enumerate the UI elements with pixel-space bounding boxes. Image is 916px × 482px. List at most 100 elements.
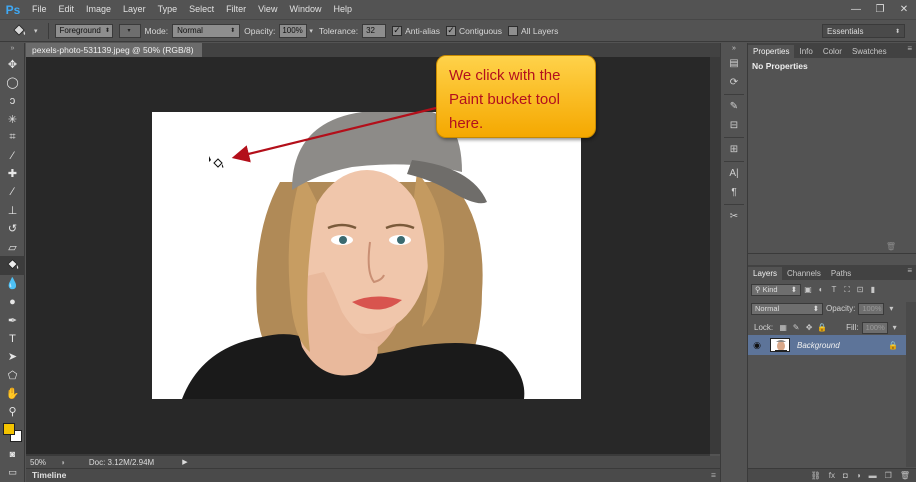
crop-icon[interactable]: ⌗ <box>0 128 25 146</box>
layer-style-icon[interactable]: fx <box>829 471 835 480</box>
tab-color[interactable]: Color <box>818 45 847 58</box>
menu-select[interactable]: Select <box>183 0 220 19</box>
delete-layer-icon[interactable]: 🗑 <box>900 471 910 480</box>
type-icon[interactable]: T <box>0 329 25 347</box>
zoom-icon[interactable]: ⚲ <box>0 403 25 421</box>
shape-filter-icon[interactable]: ⛶ <box>841 284 853 296</box>
lock-image-icon[interactable]: ✎ <box>790 322 802 334</box>
new-layer-icon[interactable]: ❐ <box>885 471 892 480</box>
shape-icon[interactable]: ⬠ <box>0 366 25 384</box>
all-layers-option[interactable]: All Layers <box>508 25 558 36</box>
pixel-filter-icon[interactable]: ▣ <box>802 284 814 296</box>
move-tool-icon[interactable]: ✥ <box>0 55 25 73</box>
pattern-picker[interactable]: ▾ <box>118 23 141 38</box>
trash-icon[interactable]: 🗑 <box>886 242 896 251</box>
panel-menu-icon[interactable]: ≡ <box>907 44 912 53</box>
menu-help[interactable]: Help <box>327 0 358 19</box>
dodge-icon[interactable]: ● <box>0 293 25 311</box>
workspace-select[interactable]: Essentials ⬍ <box>822 24 905 38</box>
layers-scrollbar[interactable] <box>906 302 916 467</box>
all-layers-checkbox[interactable] <box>508 25 519 36</box>
actions-panel-icon[interactable]: ⟳ <box>721 74 747 91</box>
document-image[interactable] <box>152 112 581 399</box>
quick-mask-icon[interactable]: ◙ <box>0 445 25 463</box>
tab-paths[interactable]: Paths <box>826 267 856 280</box>
menu-edit[interactable]: Edit <box>53 0 81 19</box>
lock-transparent-icon[interactable]: ▦ <box>777 322 789 334</box>
foreground-color-swatch[interactable] <box>3 422 15 435</box>
blend-mode-select[interactable]: Normal ⬍ <box>751 302 823 315</box>
brush-panel-icon[interactable]: ✎ <box>721 98 747 115</box>
vertical-scrollbar[interactable] <box>710 57 720 454</box>
layer-row-background[interactable]: ◉ Background 🔒 <box>748 335 906 355</box>
brush-icon[interactable]: ∕ <box>0 183 25 201</box>
opacity-input[interactable]: 100% <box>279 23 308 38</box>
lock-all-icon[interactable]: 🔒 <box>816 322 828 334</box>
smart-object-filter-icon[interactable]: ⊡ <box>854 284 866 296</box>
paint-bucket-icon[interactable] <box>0 256 25 275</box>
document-tab[interactable]: pexels-photo-531139.jpeg @ 50% (RGB/8) *… <box>26 43 202 69</box>
layer-opacity-input[interactable]: 100% <box>858 302 885 315</box>
chevron-down-icon[interactable]: ▾ <box>889 322 901 334</box>
panel-menu-icon[interactable]: ≡ <box>711 469 716 482</box>
chevron-down-icon[interactable]: ▾ <box>309 27 313 35</box>
expand-panels-icon[interactable]: » <box>721 43 747 53</box>
screen-mode-icon[interactable]: ▭ <box>0 463 25 481</box>
adjustment-filter-icon[interactable]: ◐ <box>815 284 827 296</box>
minimize-button[interactable]: — <box>844 0 868 19</box>
tab-layers[interactable]: Layers <box>748 267 783 280</box>
lasso-icon[interactable]: ↄ <box>0 92 25 110</box>
tab-channels[interactable]: Channels <box>782 267 826 280</box>
magic-wand-icon[interactable]: ✳ <box>0 110 25 128</box>
lock-position-icon[interactable]: ✥ <box>803 322 815 334</box>
clone-stamp-icon[interactable]: ⊥ <box>0 201 25 219</box>
menu-window[interactable]: Window <box>283 0 327 19</box>
tool-presets-icon[interactable]: ✂ <box>721 208 747 225</box>
path-selection-icon[interactable]: ➤ <box>0 348 25 366</box>
menu-view[interactable]: View <box>252 0 283 19</box>
tab-info[interactable]: Info <box>794 45 817 58</box>
close-button[interactable]: ✕ <box>892 0 916 19</box>
menu-type[interactable]: Type <box>152 0 184 19</box>
fill-input[interactable]: 100% <box>861 321 888 334</box>
chevron-down-icon[interactable]: ▾ <box>885 303 897 315</box>
tab-properties[interactable]: Properties <box>748 45 795 58</box>
panel-menu-icon[interactable]: ≡ <box>907 266 912 275</box>
menu-layer[interactable]: Layer <box>117 0 152 19</box>
type-filter-icon[interactable]: T <box>828 284 840 296</box>
menu-filter[interactable]: Filter <box>220 0 252 19</box>
canvas-area[interactable] <box>26 57 710 454</box>
filter-kind-select[interactable]: ⚲ Kind ⬍ <box>751 283 801 296</box>
healing-brush-icon[interactable]: ✚ <box>0 165 25 183</box>
filter-toggle-icon[interactable]: ▮ <box>867 284 879 296</box>
brush-presets-icon[interactable]: ⊟ <box>721 117 747 134</box>
tool-preset-picker[interactable] <box>8 21 30 41</box>
link-layers-icon[interactable]: ⛓ <box>811 471 821 480</box>
collapse-icon[interactable]: » <box>0 43 25 55</box>
eyedropper-icon[interactable]: ⁄ <box>0 146 25 164</box>
antialias-checkbox[interactable]: ✓ <box>392 25 403 36</box>
elliptical-marquee-icon[interactable]: ◯ <box>0 73 25 91</box>
menu-file[interactable]: File <box>26 0 53 19</box>
contiguous-option[interactable]: ✓ Contiguous <box>446 25 502 36</box>
tab-swatches[interactable]: Swatches <box>847 45 892 58</box>
eye-icon[interactable]: ◉ <box>748 340 766 351</box>
tolerance-input[interactable]: 32 <box>362 23 387 38</box>
pen-icon[interactable]: ✒ <box>0 311 25 329</box>
clone-source-icon[interactable]: ⊞ <box>721 141 747 158</box>
menu-image[interactable]: Image <box>80 0 117 19</box>
history-brush-icon[interactable]: ↺ <box>0 220 25 238</box>
chevron-down-icon[interactable]: ▾ <box>34 27 38 35</box>
fill-source-select[interactable]: Foreground ⬍ <box>54 23 113 38</box>
hand-icon[interactable]: ✋ <box>0 384 25 402</box>
new-group-icon[interactable]: ▬ <box>869 471 877 480</box>
character-panel-icon[interactable]: A| <box>721 165 747 182</box>
history-panel-icon[interactable]: ▤ <box>721 55 747 72</box>
contiguous-checkbox[interactable]: ✓ <box>446 25 457 36</box>
adjustment-layer-icon[interactable]: ◑ <box>856 471 861 480</box>
zoom-level[interactable]: 50% <box>26 458 60 467</box>
restore-button[interactable]: ❐ <box>868 0 892 19</box>
status-info-icon[interactable]: ◑ <box>60 458 65 467</box>
paragraph-panel-icon[interactable]: ¶ <box>721 184 747 201</box>
eraser-icon[interactable]: ▱ <box>0 238 25 256</box>
